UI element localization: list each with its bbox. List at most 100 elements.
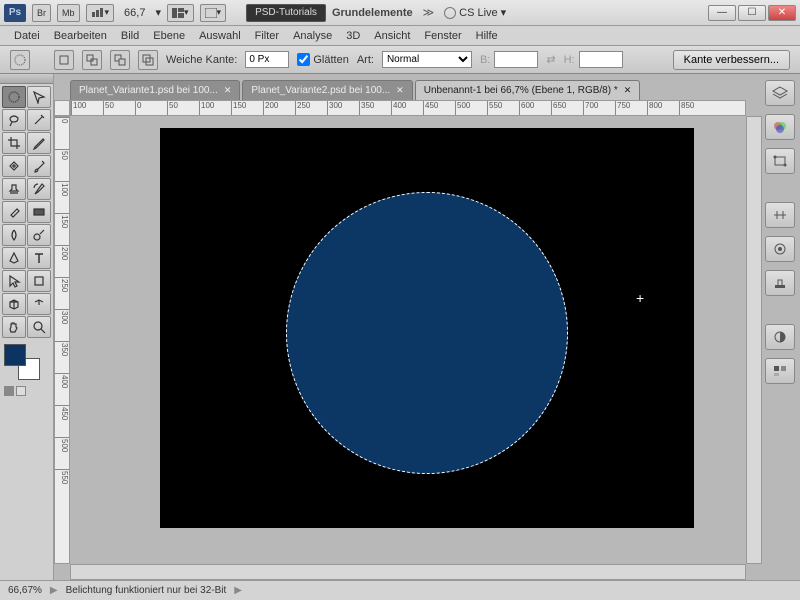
- close-icon[interactable]: ✕: [224, 85, 232, 96]
- blur-tool[interactable]: [2, 224, 26, 246]
- menu-fenster[interactable]: Fenster: [424, 30, 461, 42]
- foreground-color-swatch[interactable]: [4, 344, 26, 366]
- window-close-button[interactable]: ✕: [768, 5, 796, 21]
- eyedropper-tool[interactable]: [27, 132, 51, 154]
- zoom-level[interactable]: 66,7: [120, 7, 149, 19]
- dodge-tool[interactable]: [27, 224, 51, 246]
- zoom-tool[interactable]: [27, 316, 51, 338]
- close-icon[interactable]: ✕: [624, 85, 632, 96]
- canvas-scroll-area[interactable]: +: [70, 116, 746, 564]
- status-zoom[interactable]: 66,67%: [8, 585, 42, 596]
- minibridge-button[interactable]: Mb: [57, 4, 80, 22]
- healing-tool[interactable]: [2, 155, 26, 177]
- elliptical-selection[interactable]: [286, 192, 568, 474]
- adjustments-panel-icon[interactable]: [765, 202, 795, 228]
- document-tabs: Planet_Variante1.psd bei 100...✕ Planet_…: [54, 78, 762, 100]
- gradient-tool[interactable]: [27, 201, 51, 223]
- selection-new-icon[interactable]: [54, 50, 74, 70]
- document-tab[interactable]: Planet_Variante2.psd bei 100...✕: [242, 80, 412, 100]
- bridge-button[interactable]: Br: [32, 4, 51, 22]
- menu-ansicht[interactable]: Ansicht: [374, 30, 410, 42]
- document-area: Planet_Variante1.psd bei 100...✕ Planet_…: [54, 74, 762, 580]
- style-label: Art:: [357, 54, 374, 66]
- marquee-tool[interactable]: [2, 86, 26, 108]
- menu-3d[interactable]: 3D: [346, 30, 360, 42]
- swap-wh-icon: ⇄: [546, 53, 555, 66]
- cs-live-button[interactable]: CS Live ▾: [444, 6, 506, 19]
- eraser-tool[interactable]: [2, 201, 26, 223]
- arrange-button[interactable]: ▾: [167, 4, 194, 22]
- window-minimize-button[interactable]: —: [708, 5, 736, 21]
- menu-analyse[interactable]: Analyse: [293, 30, 332, 42]
- hand-tool[interactable]: [2, 316, 26, 338]
- menu-ebene[interactable]: Ebene: [153, 30, 185, 42]
- height-field: H:: [564, 51, 623, 68]
- paths-panel-icon[interactable]: [765, 148, 795, 174]
- ruler-origin[interactable]: [54, 100, 70, 116]
- refine-edge-button[interactable]: Kante verbessern...: [673, 50, 790, 70]
- toolbox-grip[interactable]: [0, 74, 53, 84]
- style-select[interactable]: Normal: [382, 51, 472, 68]
- status-message: Belichtung funktioniert nur bei 32-Bit: [66, 585, 227, 596]
- scrollbar-vertical[interactable]: [746, 116, 762, 564]
- selection-add-icon[interactable]: [82, 50, 102, 70]
- current-tool-icon[interactable]: [10, 50, 30, 70]
- 3d-camera-tool[interactable]: [27, 293, 51, 315]
- workspace-more-icon[interactable]: ≫: [419, 6, 439, 19]
- lasso-tool[interactable]: [2, 109, 26, 131]
- menu-bar: Datei Bearbeiten Bild Ebene Auswahl Filt…: [0, 26, 800, 46]
- layers-panel-icon[interactable]: [765, 80, 795, 106]
- status-arrow-icon[interactable]: ▶: [234, 585, 242, 596]
- wand-tool[interactable]: [27, 109, 51, 131]
- status-arrow-icon[interactable]: ▶: [50, 585, 58, 596]
- selection-subtract-icon[interactable]: [110, 50, 130, 70]
- brush-tool[interactable]: [27, 155, 51, 177]
- menu-bild[interactable]: Bild: [121, 30, 139, 42]
- window-maximize-button[interactable]: ☐: [738, 5, 766, 21]
- menu-hilfe[interactable]: Hilfe: [476, 30, 498, 42]
- screen-mode-button[interactable]: ▾: [200, 4, 227, 22]
- menu-auswahl[interactable]: Auswahl: [199, 30, 241, 42]
- menu-filter[interactable]: Filter: [255, 30, 279, 42]
- shape-tool[interactable]: [27, 270, 51, 292]
- color-panel-icon[interactable]: [765, 324, 795, 350]
- screenmode-icon[interactable]: [16, 386, 26, 396]
- masks-panel-icon[interactable]: [765, 236, 795, 262]
- channels-panel-icon[interactable]: [765, 114, 795, 140]
- close-icon[interactable]: ✕: [396, 85, 404, 96]
- width-field: B:: [480, 51, 538, 68]
- move-tool[interactable]: [27, 86, 51, 108]
- styles-panel-icon[interactable]: [765, 270, 795, 296]
- history-brush-tool[interactable]: [27, 178, 51, 200]
- 3d-tool[interactable]: [2, 293, 26, 315]
- app-logo: Ps: [4, 4, 26, 22]
- crosshair-cursor-icon: +: [636, 290, 644, 306]
- feather-input[interactable]: [245, 51, 289, 68]
- menu-datei[interactable]: Datei: [14, 30, 40, 42]
- selection-intersect-icon[interactable]: [138, 50, 158, 70]
- quickmask-icon[interactable]: [4, 386, 14, 396]
- cs-live-icon: [444, 7, 456, 19]
- toolbox: [0, 74, 54, 580]
- status-bar: 66,67% ▶ Belichtung funktioniert nur bei…: [0, 580, 800, 600]
- swatches-panel-icon[interactable]: [765, 358, 795, 384]
- type-tool[interactable]: [27, 247, 51, 269]
- ruler-horizontal[interactable]: 1005005010015020025030035040045050055060…: [70, 100, 746, 116]
- menu-bearbeiten[interactable]: Bearbeiten: [54, 30, 107, 42]
- document-tab[interactable]: Unbenannt-1 bei 66,7% (Ebene 1, RGB/8) *…: [415, 80, 641, 100]
- canvas-viewport: 1005005010015020025030035040045050055060…: [54, 100, 762, 580]
- document-tab[interactable]: Planet_Variante1.psd bei 100...✕: [70, 80, 240, 100]
- stamp-tool[interactable]: [2, 178, 26, 200]
- crop-tool[interactable]: [2, 132, 26, 154]
- pen-tool[interactable]: [2, 247, 26, 269]
- canvas[interactable]: +: [160, 128, 694, 528]
- view-extras-button[interactable]: ▾: [86, 4, 115, 22]
- workspace-psd-tutorials[interactable]: PSD-Tutorials: [246, 4, 326, 22]
- antialias-checkbox[interactable]: Glätten: [297, 53, 348, 66]
- path-select-tool[interactable]: [2, 270, 26, 292]
- workspace: Planet_Variante1.psd bei 100...✕ Planet_…: [0, 74, 800, 580]
- scrollbar-horizontal[interactable]: [70, 564, 746, 580]
- workspace-grundelemente[interactable]: Grundelemente: [332, 7, 413, 19]
- ruler-vertical[interactable]: 050100150200250300350400450500550: [54, 116, 70, 564]
- panel-dock: [762, 74, 800, 580]
